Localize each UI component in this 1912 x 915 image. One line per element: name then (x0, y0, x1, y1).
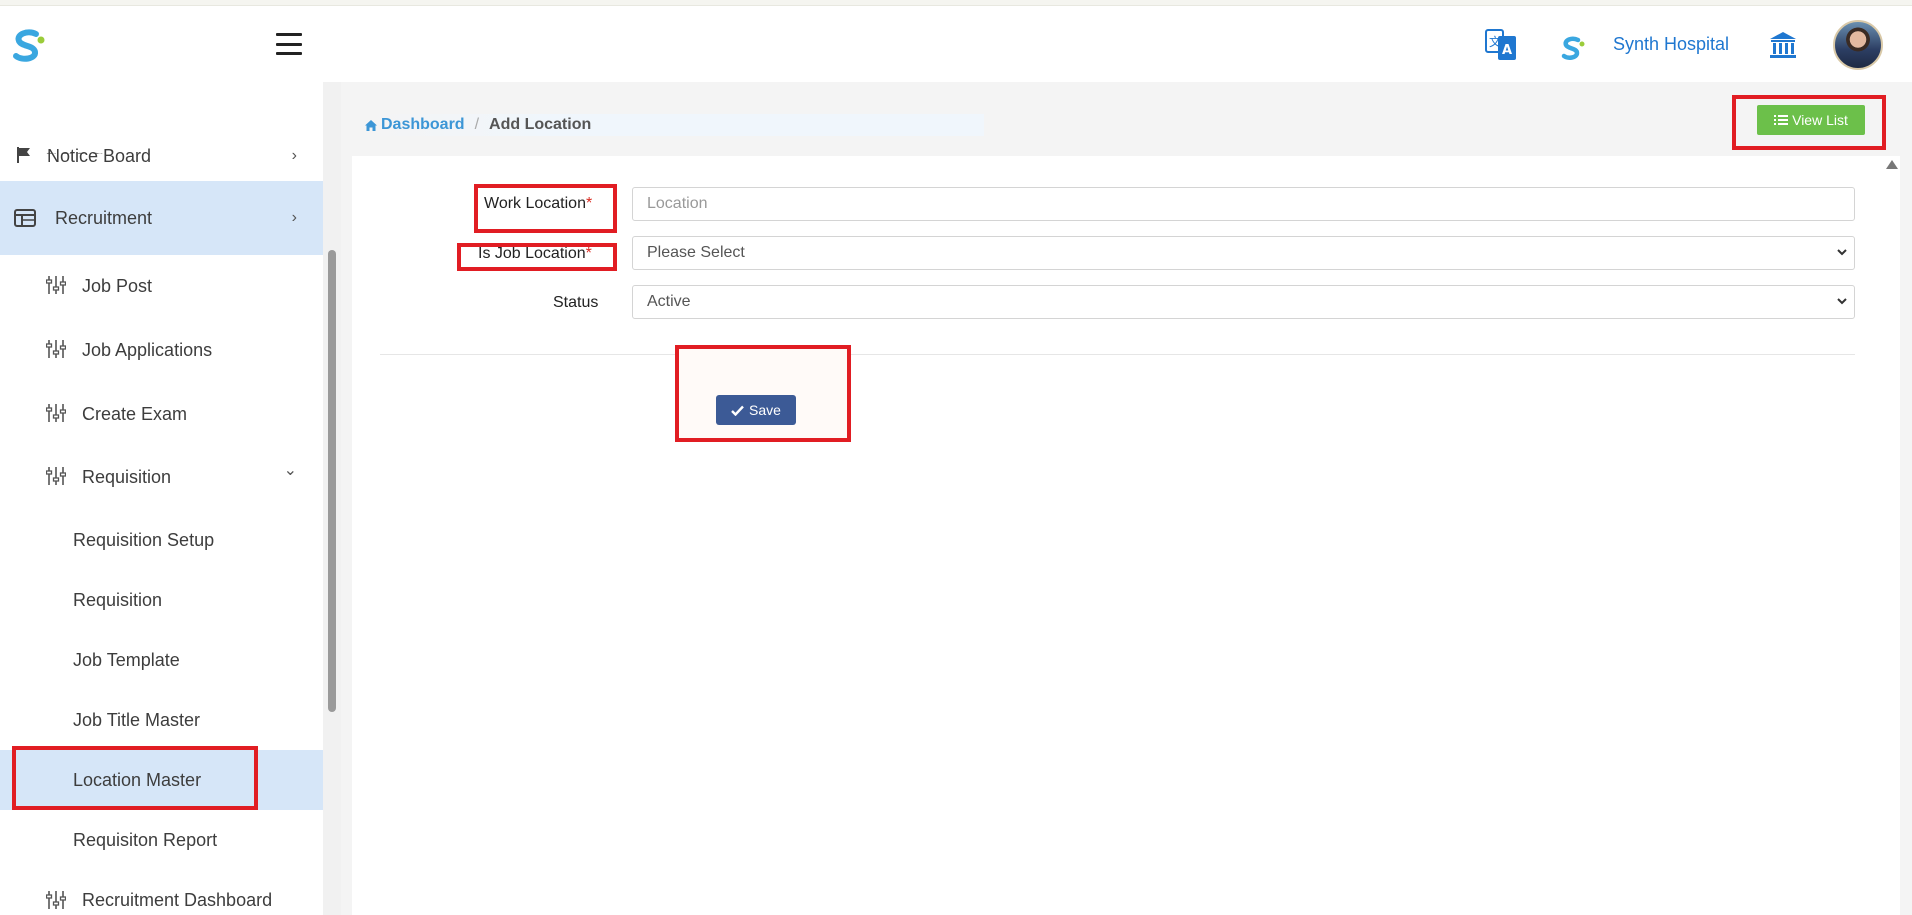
chevron-right-icon: › (291, 147, 297, 164)
status-select[interactable]: Active (632, 285, 1855, 319)
sidebar-item-recruitment-dashboard[interactable]: Recruitment Dashboard (0, 870, 323, 915)
form-divider (380, 354, 1855, 355)
sidebar-item-label: Recruitment (55, 207, 153, 228)
hospital-name[interactable]: Synth Hospital (1613, 34, 1729, 55)
sliders-icon (46, 340, 66, 358)
sidebar-item-label: Job Post (82, 275, 153, 296)
sidebar-scrollbar[interactable] (328, 250, 336, 712)
translate-icon[interactable]: 文 A (1484, 26, 1518, 64)
svg-text:文: 文 (1489, 34, 1501, 49)
sidebar-item-label: Requisition (73, 589, 163, 610)
status-label: Status (553, 294, 599, 311)
sidebar-item-label: Create Exam (82, 403, 188, 424)
sidebar-item-location-master[interactable]: Location Master (0, 750, 323, 810)
sidebar-item-label: Notice Board (47, 145, 152, 166)
hamburger-menu-icon[interactable] (276, 33, 302, 55)
chevron-right-icon: › (291, 209, 297, 226)
bank-icon[interactable] (1768, 30, 1798, 60)
brand-icon (1561, 36, 1585, 60)
flag-icon (17, 147, 30, 163)
scroll-up-arrow-icon[interactable] (1886, 160, 1898, 169)
sidebar-item-create-exam[interactable]: Create Exam (0, 383, 323, 445)
required-mark: * (585, 195, 593, 212)
check-icon (731, 405, 744, 416)
app-header: 文 A Synth Hospital (0, 6, 1912, 82)
breadcrumb-dashboard-link[interactable]: Dashboard (381, 116, 465, 134)
sidebar-item-label: Job Template (73, 649, 180, 670)
save-button[interactable]: Save (716, 395, 796, 425)
breadcrumb-separator: / (474, 116, 480, 133)
sidebar-item-label: Recruitment Dashboard (82, 889, 273, 910)
list-icon (1774, 115, 1789, 125)
save-area (675, 345, 851, 442)
save-label: Save (749, 402, 781, 418)
sidebar-item-label: Location Master (73, 769, 202, 790)
sidebar-item-label: Job Applications (82, 339, 213, 360)
sidebar-item-requisition-report[interactable]: Requisiton Report (0, 810, 323, 870)
user-avatar[interactable] (1833, 20, 1883, 70)
sliders-icon (46, 276, 66, 294)
breadcrumb-current: Add Location (489, 116, 592, 133)
logo-icon[interactable] (8, 26, 48, 66)
sliders-icon (46, 891, 66, 909)
view-list-label: View List (1792, 112, 1848, 128)
sidebar: ~ ~ ~ ~ Notice Board › Recruitment › Job… (0, 82, 323, 915)
required-mark: * (585, 245, 592, 262)
sidebar-item-job-post[interactable]: Job Post (0, 255, 323, 317)
sidebar-item-recruitment[interactable]: Recruitment › (0, 181, 323, 255)
home-icon (365, 119, 377, 131)
sidebar-item-label: Requisiton Report (73, 829, 218, 850)
sidebar-item-requisition-sub[interactable]: Requisition (0, 570, 323, 630)
sidebar-item-job-title-master[interactable]: Job Title Master (0, 690, 323, 750)
work-location-label: Work Location* (484, 195, 593, 212)
sidebar-item-label: Requisition (82, 466, 172, 487)
breadcrumb: Dashboard / Add Location (364, 114, 984, 136)
sidebar-item-job-applications[interactable]: Job Applications (0, 319, 323, 381)
sliders-icon (46, 404, 66, 422)
is-job-location-select[interactable]: Please Select (632, 236, 1855, 270)
chevron-down-icon: ⌄ (283, 462, 297, 479)
sidebar-item-requisition-setup[interactable]: Requisition Setup (0, 510, 323, 570)
sidebar-item-requisition[interactable]: Requisition ⌄ (0, 446, 323, 508)
chevron-down-icon (1837, 298, 1847, 305)
work-location-input[interactable] (632, 187, 1855, 221)
sidebar-item-job-template[interactable]: Job Template (0, 630, 323, 690)
sliders-icon (46, 467, 66, 485)
chevron-down-icon (1837, 249, 1847, 256)
svg-text:A: A (1502, 43, 1512, 58)
sidebar-item-label: Job Title Master (73, 709, 201, 730)
is-job-location-label: Is Job Location* (478, 245, 592, 262)
table-icon (14, 209, 36, 227)
view-list-button[interactable]: View List (1757, 105, 1865, 135)
sidebar-item-label: Requisition Setup (73, 529, 215, 550)
